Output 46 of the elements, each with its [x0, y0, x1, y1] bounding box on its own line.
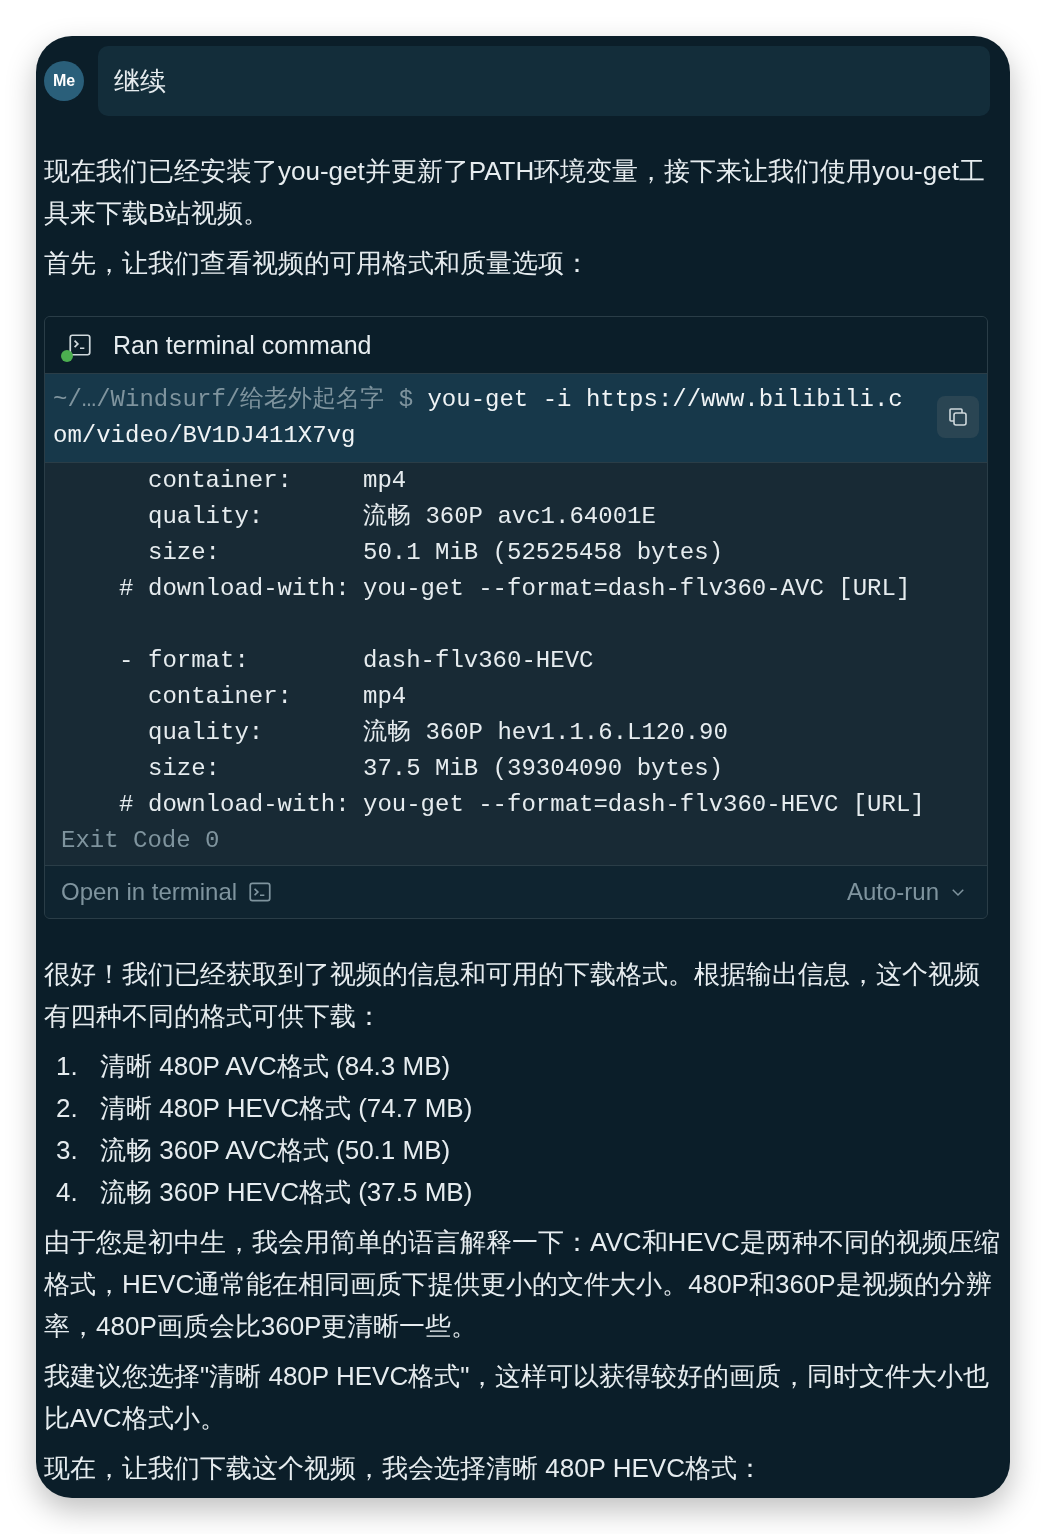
- copy-icon: [946, 405, 970, 429]
- output-marker: #: [119, 790, 135, 820]
- output-value: you-get --format=dash-flv360-AVC [URL]: [363, 574, 912, 604]
- message-paragraph: 我建议您选择"清晰 480P HEVC格式"，这样可以获得较好的画质，同时文件大小也比AVC格式小。: [44, 1360, 991, 1435]
- user-avatar: Me: [44, 61, 84, 101]
- output-value: 流畅 360P avc1.64001E: [363, 502, 657, 532]
- list-number: 3.: [56, 1134, 79, 1167]
- auto-run-dropdown[interactable]: Auto-run: [846, 878, 967, 906]
- output-key: size:: [148, 751, 363, 787]
- output-key: container:: [148, 463, 363, 499]
- list-number: 1.: [56, 1050, 79, 1083]
- message-paragraph: 首先，让我们查看视频的可用格式和质量选项：: [44, 247, 591, 280]
- exit-code: Exit Code 0: [61, 827, 220, 854]
- copy-button[interactable]: [937, 396, 979, 438]
- terminal-icon: [247, 879, 274, 905]
- output-value: you-get --format=dash-flv360-HEVC [URL]: [363, 790, 926, 820]
- output-marker: -: [119, 646, 135, 676]
- output-key: quality:: [148, 715, 363, 751]
- terminal-title: Ran terminal command: [113, 330, 372, 360]
- output-key: quality:: [148, 499, 363, 535]
- output-value: mp4: [363, 682, 408, 712]
- list-item-text: 流畅 360P HEVC格式 (37.5 MB): [100, 1176, 473, 1209]
- list-item-text: 清晰 480P AVC格式 (84.3 MB): [100, 1050, 451, 1083]
- output-key: size:: [148, 535, 363, 571]
- output-key: download-with:: [148, 787, 363, 823]
- message-paragraph: 现在，让我们下载这个视频，我会选择清晰 480P HEVC格式：: [44, 1452, 764, 1485]
- list-item-text: 流畅 360P AVC格式 (50.1 MB): [100, 1134, 451, 1167]
- list-number: 4.: [56, 1176, 79, 1209]
- message-paragraph: 很好！我们已经获取到了视频的信息和可用的下载格式。根据输出信息，这个视频有四种不同的格式可供下载：: [44, 958, 981, 1033]
- message-paragraph: 现在我们已经安装了you-get并更新了PATH环境变量，接下来让我们使用you-get工具来下载B站视频。: [44, 155, 986, 230]
- output-key: download-with:: [148, 571, 363, 607]
- terminal-icon: [67, 332, 93, 358]
- output-value: mp4: [363, 466, 408, 496]
- output-key: container:: [148, 679, 363, 715]
- output-marker: #: [119, 574, 135, 604]
- list-number: 2.: [56, 1092, 79, 1125]
- user-message: 继续: [98, 46, 990, 116]
- list-item-text: 清晰 480P HEVC格式 (74.7 MB): [100, 1092, 473, 1125]
- open-in-terminal-button[interactable]: Open in terminal: [61, 878, 274, 906]
- output-key: format:: [148, 643, 363, 679]
- output-value: 流畅 360P hev1.1.6.L120.90: [363, 718, 729, 748]
- output-value: 50.1 MiB (52525458 bytes): [363, 538, 725, 568]
- message-paragraph: 由于您是初中生，我会用简单的语言解释一下：AVC和HEVC是两种不同的视频压缩格式，HEVC通常能在相同画质下提供更小的文件大小。480P和360P是视频的分辨率，480P画质会比360P更清晰一些。: [44, 1226, 1001, 1343]
- command-line: ~/…/Windsurf/给老外起名字 $ you-get -i https://www.bilibili.com/video/BV1DJ411X7vg: [53, 386, 903, 449]
- output-value: 37.5 MiB (39304090 bytes): [363, 754, 725, 784]
- output-value: dash-flv360-HEVC: [363, 646, 595, 676]
